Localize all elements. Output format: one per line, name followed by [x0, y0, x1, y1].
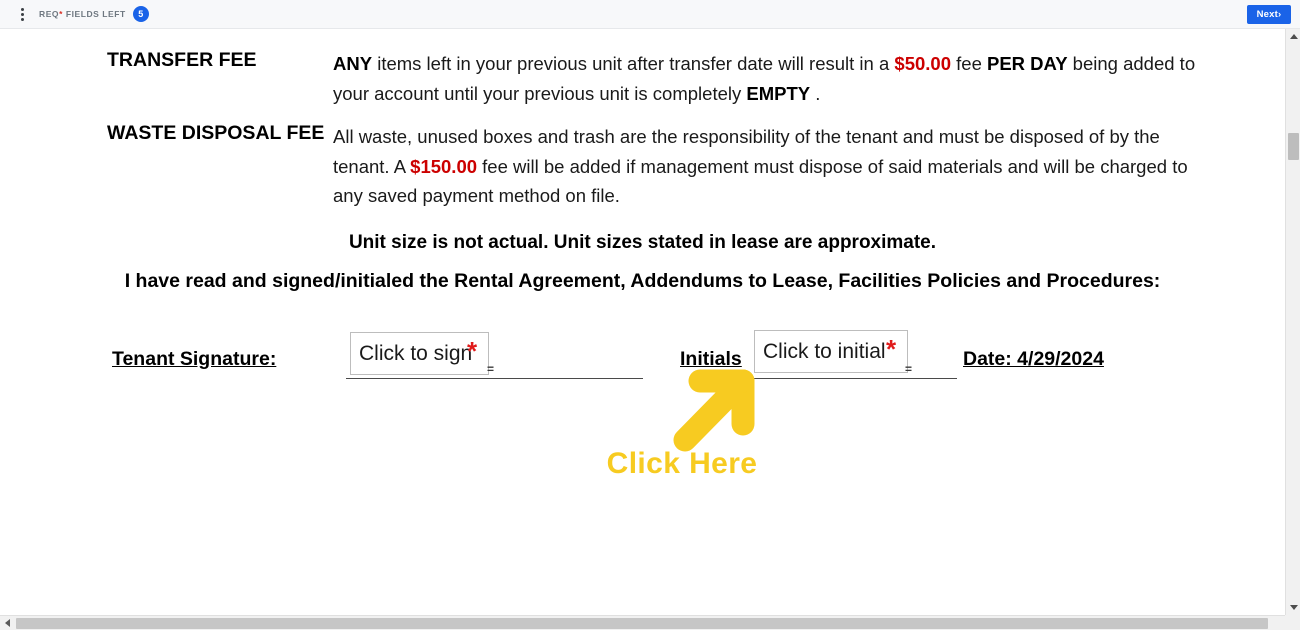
clause-text: fee: [951, 53, 987, 74]
tenant-signature-line: [346, 378, 643, 379]
tenant-signature-label: Tenant Signature:: [112, 348, 277, 370]
required-fields-label-text: REQ: [39, 9, 60, 19]
next-button[interactable]: Next›: [1247, 5, 1291, 24]
clause-emphasis: PER DAY: [987, 53, 1068, 74]
scrollbar-corner: [1285, 615, 1300, 630]
clause-label: TRANSFER FEE: [107, 49, 257, 71]
acknowledgement-statement: I have read and signed/initialed the Ren…: [124, 270, 1161, 292]
chevron-up-icon: [1289, 34, 1298, 39]
signature-row: Tenant Signature: Click to sign * = Init…: [0, 304, 1285, 394]
vertical-scrollbar[interactable]: [1285, 29, 1300, 615]
clause-body: ANY items left in your previous unit aft…: [333, 49, 1203, 108]
click-here-annotation-text: Click Here: [606, 447, 758, 480]
required-fields-label: REQ* FIELDS LEFT: [39, 9, 126, 19]
date-label: Date: 4/29/2024: [963, 348, 1104, 370]
click-to-sign-field[interactable]: Click to sign: [350, 332, 489, 375]
vertical-scrollbar-thumb[interactable]: [1288, 133, 1299, 160]
clause-text: items left in your previous unit after t…: [372, 53, 895, 74]
scroll-left-button[interactable]: [0, 616, 15, 630]
kebab-menu-icon[interactable]: [9, 0, 35, 29]
document-canvas: TRANSFER FEE ANY items left in your prev…: [0, 29, 1285, 615]
scroll-up-button[interactable]: [1286, 29, 1300, 44]
kebab-dot: [20, 7, 24, 11]
clause-waste-disposal-fee: WASTE DISPOSAL FEE All waste, unused box…: [107, 122, 1227, 211]
clause-emphasis: ANY: [333, 53, 373, 74]
sign-field-equals-marker: =: [487, 362, 495, 376]
clause-transfer-fee: TRANSFER FEE ANY items left in your prev…: [107, 49, 1227, 108]
initials-field-equals-marker: =: [905, 362, 913, 376]
clause-amount: $150.00: [410, 155, 478, 177]
clause-text: .: [810, 82, 821, 104]
chevron-down-icon: [1289, 605, 1298, 610]
clause-label: WASTE DISPOSAL FEE: [107, 122, 325, 144]
click-to-sign-label: Click to sign: [359, 341, 473, 365]
clause-amount: $50.00: [894, 53, 951, 74]
required-fields-label-suffix: FIELDS LEFT: [62, 9, 126, 19]
click-to-initial-label: Click to initial: [763, 339, 886, 363]
kebab-dot: [20, 12, 24, 16]
initials-label: Initials: [680, 348, 742, 370]
click-to-initial-field[interactable]: Click to initial: [754, 330, 908, 373]
clause-emphasis: EMPTY: [746, 82, 811, 104]
scroll-down-button[interactable]: [1286, 600, 1300, 615]
top-toolbar: REQ* FIELDS LEFT 5 Next›: [0, 0, 1300, 29]
clause-body: All waste, unused boxes and trash are th…: [333, 122, 1213, 211]
horizontal-scrollbar[interactable]: [0, 615, 1300, 630]
unit-size-disclaimer: Unit size is not actual. Unit sizes stat…: [348, 232, 937, 253]
kebab-dot: [20, 17, 24, 21]
required-fields-count-badge: 5: [132, 6, 149, 22]
chevron-left-icon: [5, 619, 10, 627]
initials-line: [752, 378, 957, 379]
horizontal-scrollbar-thumb[interactable]: [16, 618, 1268, 629]
